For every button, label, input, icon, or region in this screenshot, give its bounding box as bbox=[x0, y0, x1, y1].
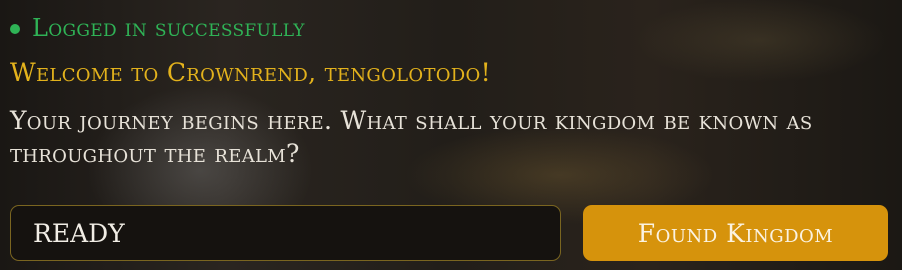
status-dot-icon bbox=[10, 24, 20, 34]
welcome-message: Welcome to Crownrend, tengolotodo! bbox=[10, 58, 491, 87]
kingdom-name-input[interactable] bbox=[10, 205, 561, 261]
found-kingdom-button[interactable]: Found Kingdom bbox=[583, 205, 888, 261]
kingdom-name-prompt: Your journey begins here. What shall you… bbox=[10, 106, 813, 168]
login-status-text: Logged in successfully bbox=[32, 14, 305, 42]
login-status: Logged in successfully bbox=[10, 14, 305, 42]
